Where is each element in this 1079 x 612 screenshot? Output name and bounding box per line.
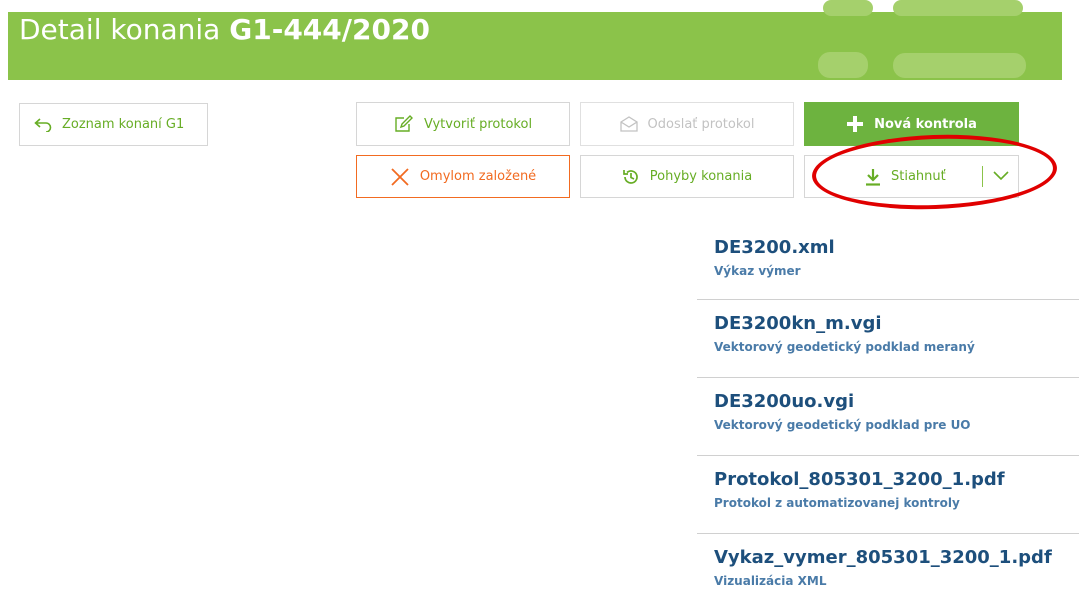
create-protocol-label: Vytvoriť protokol [423,116,533,132]
created-by-mistake-button[interactable]: Omylom založené [356,155,570,198]
header-placeholder-pill [893,53,1026,78]
created-by-mistake-label: Omylom založené [419,169,537,184]
create-protocol-button[interactable]: Vytvoriť protokol [356,102,570,146]
plus-icon [847,116,864,132]
file-name: Vykaz_vymer_805301_3200_1.pdf [714,547,1052,568]
case-moves-button[interactable]: Pohyby konania [580,155,794,198]
file-description: Protokol z automatizovanej kontroly [714,496,960,510]
download-file-list: DE3200.xml Výkaz výmer DE3200kn_m.vgi Ve… [697,226,1079,612]
download-file-item[interactable]: DE3200kn_m.vgi Vektorový geodetický podk… [697,300,1079,378]
file-name: DE3200.xml [714,237,835,258]
page-title-code: G1-444/2020 [229,13,430,46]
send-protocol-button[interactable]: Odoslať protokol [580,102,794,146]
back-to-list-label: Zoznam konaní G1 [62,117,185,132]
header-placeholder-pill [893,0,1023,16]
page-title: Detail konania G1-444/2020 [19,13,430,46]
send-protocol-label: Odoslať protokol [647,116,755,132]
file-description: Výkaz výmer [714,264,801,278]
header-placeholder-pill [823,0,873,16]
back-to-list-button[interactable]: Zoznam konaní G1 [19,103,208,146]
case-moves-label: Pohyby konania [649,169,753,184]
page-title-prefix: Detail konania [19,13,221,46]
file-description: Vektorový geodetický podklad pre UO [714,418,971,432]
envelope-icon [619,116,638,132]
edit-icon [395,115,413,132]
download-file-item[interactable]: DE3200uo.vgi Vektorový geodetický podkla… [697,378,1079,456]
undo-arrow-icon [34,117,52,132]
download-file-item[interactable]: Vykaz_vymer_805301_3200_1.pdf Vizualizác… [697,534,1079,612]
file-description: Vizualizácia XML [714,574,827,588]
file-description: Vektorový geodetický podklad meraný [714,340,975,354]
file-name: DE3200kn_m.vgi [714,313,882,334]
download-file-item[interactable]: DE3200.xml Výkaz výmer [697,226,1079,300]
page-header: Detail konania G1-444/2020 [8,0,1062,80]
file-name: Protokol_805301_3200_1.pdf [714,469,1005,490]
file-name: DE3200uo.vgi [714,391,855,412]
download-file-item[interactable]: Protokol_805301_3200_1.pdf Protokol z au… [697,456,1079,534]
header-placeholder-pill [818,52,868,78]
close-icon [391,167,409,186]
new-control-label: Nová kontrola [874,116,977,132]
history-icon [622,169,638,184]
